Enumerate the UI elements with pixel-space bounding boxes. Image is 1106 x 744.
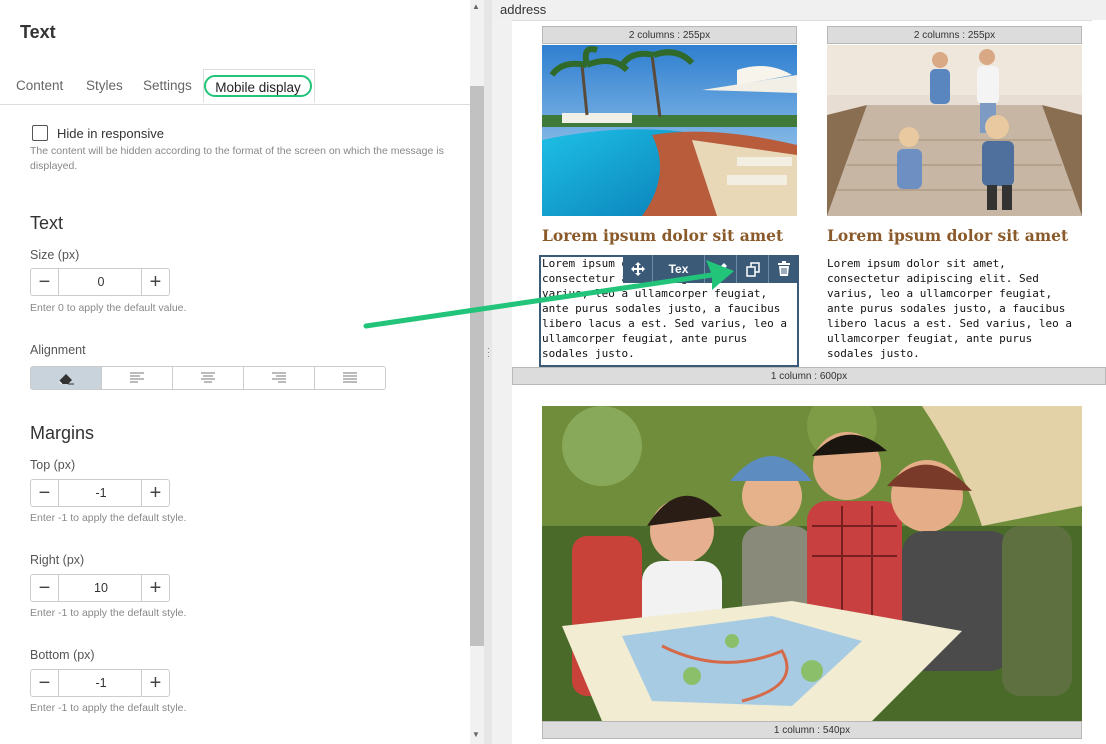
size-label: Size (px) bbox=[30, 248, 80, 262]
address-label: address bbox=[500, 2, 547, 17]
margin-right-input[interactable] bbox=[59, 575, 143, 601]
size-increment-button[interactable]: + bbox=[141, 269, 169, 295]
margin-bottom-increment-button[interactable]: + bbox=[141, 670, 169, 696]
margin-top-decrement-button[interactable]: − bbox=[31, 480, 59, 506]
panel-scrollbar-thumb[interactable] bbox=[470, 86, 484, 646]
panel-title: Text bbox=[20, 22, 56, 42]
edit-button[interactable] bbox=[705, 255, 737, 283]
eraser-icon bbox=[58, 374, 74, 385]
hikers-map-image[interactable] bbox=[542, 406, 1082, 721]
column-1-size-label: 2 columns : 255px bbox=[542, 26, 797, 44]
size-decrement-button[interactable]: − bbox=[31, 269, 59, 295]
tab-settings[interactable]: Settings bbox=[143, 78, 192, 93]
settings-panel: Text Content Styles Settings Mobile disp… bbox=[0, 0, 470, 744]
margin-right-label: Right (px) bbox=[30, 553, 85, 567]
hikers-map-illustration bbox=[542, 406, 1082, 721]
margin-bottom-stepper: − + bbox=[30, 669, 170, 697]
align-center-icon bbox=[201, 372, 215, 383]
margin-bottom-input[interactable] bbox=[59, 670, 143, 696]
tab-styles[interactable]: Styles bbox=[86, 78, 123, 93]
column-1-title: Lorem ipsum dolor sit amet bbox=[542, 226, 784, 245]
splitter-grip-icon[interactable]: · · · bbox=[487, 344, 490, 361]
column-2-title: Lorem ipsum dolor sit amet bbox=[827, 226, 1069, 245]
margin-right-stepper: − + bbox=[30, 574, 170, 602]
size-stepper: − + bbox=[30, 268, 170, 296]
align-right-button[interactable] bbox=[244, 367, 315, 389]
move-icon bbox=[630, 262, 645, 276]
size-hint: Enter 0 to apply the default value. bbox=[30, 302, 187, 314]
family-boardwalk-image[interactable] bbox=[827, 45, 1082, 216]
margin-bottom-label: Bottom (px) bbox=[30, 648, 95, 662]
pencil-icon bbox=[714, 263, 727, 275]
canvas-gutter bbox=[492, 20, 512, 744]
address-bar: address bbox=[492, 0, 1106, 21]
alignment-label: Alignment bbox=[30, 343, 86, 357]
family-boardwalk-illustration bbox=[827, 45, 1082, 216]
column-2-body[interactable]: Lorem ipsum dolor sit amet, consectetur … bbox=[827, 256, 1082, 361]
hide-responsive-checkbox[interactable] bbox=[32, 125, 48, 141]
align-left-icon bbox=[130, 372, 144, 383]
tab-content[interactable]: Content bbox=[16, 78, 63, 93]
block-toolbar: Tex bbox=[623, 255, 799, 283]
text-section-heading: Text bbox=[30, 213, 64, 233]
scroll-down-icon[interactable]: ▼ bbox=[472, 730, 480, 739]
margins-heading: Margins bbox=[30, 423, 95, 443]
margin-bottom-decrement-button[interactable]: − bbox=[31, 670, 59, 696]
margin-right-hint: Enter -1 to apply the default style. bbox=[30, 607, 187, 619]
move-button[interactable] bbox=[623, 255, 653, 283]
tab-mobile-display[interactable]: Mobile display bbox=[203, 69, 315, 103]
margin-top-increment-button[interactable]: + bbox=[141, 480, 169, 506]
resort-pool-illustration bbox=[542, 45, 797, 216]
column-2-size-label: 2 columns : 255px bbox=[827, 26, 1082, 44]
size-input[interactable] bbox=[59, 269, 143, 295]
panel-splitter[interactable] bbox=[484, 0, 492, 744]
align-default-button[interactable] bbox=[31, 367, 102, 389]
one-column-size-label: 1 column : 600px bbox=[512, 367, 1106, 385]
duplicate-button[interactable] bbox=[737, 255, 769, 283]
margin-bottom-hint: Enter -1 to apply the default style. bbox=[30, 702, 187, 714]
margin-top-stepper: − + bbox=[30, 479, 170, 507]
email-preview: address 2 columns : 255px Lorem ipsum do… bbox=[492, 0, 1106, 744]
hide-responsive-hint: The content will be hidden according to … bbox=[30, 145, 444, 172]
scroll-up-icon[interactable]: ▲ bbox=[472, 2, 480, 11]
align-justify-icon bbox=[343, 372, 357, 383]
trash-icon bbox=[778, 261, 790, 276]
resort-pool-image[interactable] bbox=[542, 45, 797, 216]
tab-mobile-display-label: Mobile display bbox=[204, 75, 312, 97]
align-center-button[interactable] bbox=[173, 367, 244, 389]
hide-responsive-label[interactable]: Hide in responsive bbox=[57, 126, 164, 141]
margin-right-increment-button[interactable]: + bbox=[141, 575, 169, 601]
align-left-button[interactable] bbox=[102, 367, 173, 389]
margin-top-label: Top (px) bbox=[30, 458, 76, 472]
settings-tabs: Content Styles Settings Mobile display bbox=[0, 68, 470, 105]
alignment-group bbox=[30, 366, 386, 390]
bottom-image-size-label: 1 column : 540px bbox=[542, 721, 1082, 739]
align-right-icon bbox=[272, 372, 286, 383]
delete-button[interactable] bbox=[769, 255, 799, 283]
margin-top-hint: Enter -1 to apply the default style. bbox=[30, 512, 187, 524]
align-justify-button[interactable] bbox=[315, 367, 385, 389]
margin-right-decrement-button[interactable]: − bbox=[31, 575, 59, 601]
duplicate-icon bbox=[745, 262, 760, 277]
margin-top-input[interactable] bbox=[59, 480, 143, 506]
text-type-button[interactable]: Tex bbox=[653, 255, 705, 283]
